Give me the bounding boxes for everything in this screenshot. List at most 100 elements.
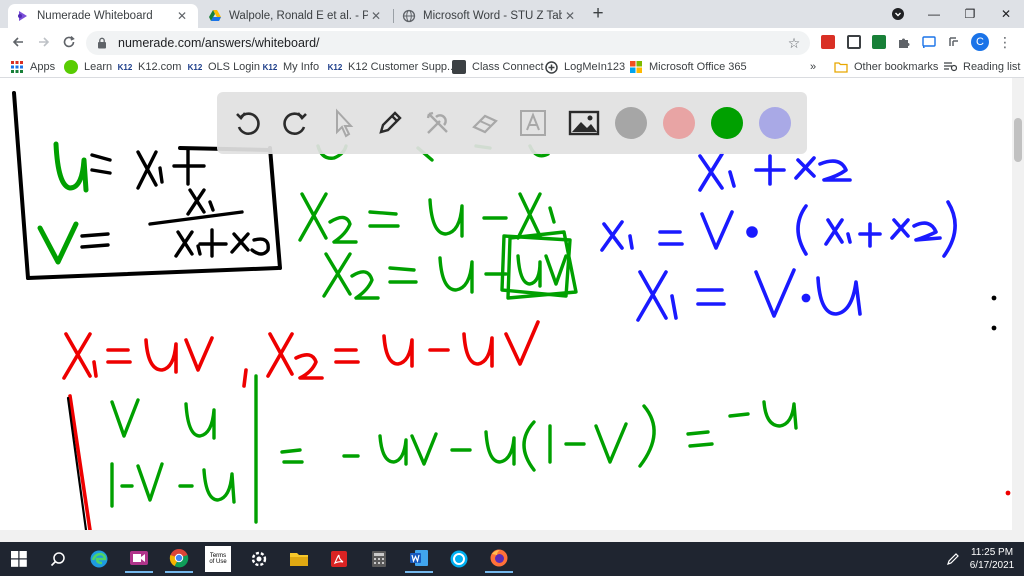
back-icon[interactable] <box>6 30 30 54</box>
restore-button[interactable]: ❐ <box>952 0 988 28</box>
ink-dot <box>991 325 997 331</box>
horizontal-scrollbar[interactable] <box>0 530 1024 542</box>
color-swatch-gray[interactable] <box>615 107 647 139</box>
ink-stroke <box>368 210 400 228</box>
media-control-icon[interactable] <box>947 35 961 49</box>
ink-stroke <box>728 412 750 418</box>
ink-stroke <box>202 468 236 504</box>
tab-title: Microsoft Word - STU Z Table.do <box>423 10 562 22</box>
ink-stroke <box>266 332 294 378</box>
zoom-icon[interactable] <box>125 545 153 573</box>
ink-stroke <box>280 448 304 464</box>
close-tab-icon[interactable]: ✕ <box>562 8 578 24</box>
terms-of-use-icon[interactable]: Terms of Use <box>205 546 231 572</box>
cast-icon[interactable] <box>922 35 936 49</box>
close-window-button[interactable]: ✕ <box>988 0 1024 28</box>
tab-word-ztable[interactable]: Microsoft Word - STU Z Table.do ✕ <box>394 4 586 28</box>
bookmark-ols-login[interactable]: K12 OLS Login <box>188 59 260 75</box>
reload-icon[interactable] <box>57 30 81 54</box>
pointer-icon[interactable] <box>325 105 361 141</box>
ink-stroke <box>658 230 684 246</box>
vertical-scrollbar[interactable] <box>1012 78 1024 530</box>
acrobat-extension-icon[interactable] <box>821 35 835 49</box>
chrome-icon[interactable] <box>165 545 193 573</box>
ink-stroke <box>184 402 216 440</box>
ink-stroke <box>250 237 270 256</box>
tab-search-icon[interactable] <box>880 0 916 28</box>
reading-list-button[interactable]: Reading list <box>943 59 1020 75</box>
terms-of-use-label: Terms of Use <box>209 553 227 565</box>
bookmarks-overflow-button[interactable]: » <box>810 59 816 75</box>
ink-stroke <box>186 188 215 216</box>
address-bar[interactable]: numerade.com/answers/whiteboard/ ☆ <box>86 31 810 55</box>
bookmark-logmein123[interactable]: LogMeIn123 <box>544 59 625 75</box>
ink-stroke <box>816 276 862 316</box>
close-tab-icon[interactable]: ✕ <box>174 8 190 24</box>
ink-stroke <box>158 166 164 184</box>
ink-stroke <box>438 256 474 294</box>
redo-icon[interactable] <box>277 105 313 141</box>
firefox-icon[interactable] <box>485 545 513 573</box>
scrollbar-thumb[interactable] <box>1014 118 1022 162</box>
file-explorer-icon[interactable] <box>285 545 313 573</box>
word-icon[interactable] <box>405 545 433 573</box>
clock-time: 11:25 PM <box>970 547 1014 558</box>
new-tab-button[interactable]: + <box>588 4 608 25</box>
bookmark-other[interactable]: Other bookmarks <box>834 59 938 75</box>
search-icon[interactable] <box>44 545 72 573</box>
pen-icon[interactable] <box>372 105 408 141</box>
profile-avatar[interactable]: C <box>971 33 989 51</box>
bookmark-label: Reading list <box>963 61 1021 73</box>
image-icon[interactable] <box>566 105 602 141</box>
eraser-icon[interactable] <box>467 105 503 141</box>
bookmark-my-info[interactable]: K12 My Info <box>263 59 319 75</box>
ink-dot <box>746 226 758 238</box>
bookmark-learn[interactable]: Learn <box>64 59 112 75</box>
bookmark-star-icon[interactable]: ☆ <box>786 35 802 51</box>
ink-stroke <box>754 154 786 186</box>
bookmark-apps[interactable]: Apps <box>10 59 55 75</box>
bookmark-class-connect[interactable]: Class Connect <box>452 59 544 75</box>
minimize-button[interactable]: — <box>916 0 952 28</box>
office-icon <box>629 60 643 74</box>
ink-stroke <box>53 141 89 193</box>
globe-icon <box>402 9 416 23</box>
ink-stroke <box>184 336 214 372</box>
ink-stroke <box>174 230 202 258</box>
color-swatch-pink[interactable] <box>663 107 695 139</box>
bookmark-k12[interactable]: K12 K12.com <box>118 59 182 75</box>
undo-icon[interactable] <box>230 105 266 141</box>
more-menu-icon[interactable]: ⋮ <box>998 33 1012 51</box>
tools-icon[interactable] <box>420 105 456 141</box>
ink-stroke <box>600 220 634 252</box>
system-clock[interactable]: 11:25 PM 6/17/2021 <box>964 546 1020 572</box>
close-tab-icon[interactable]: ✕ <box>368 8 384 24</box>
puzzle-extensions-icon[interactable] <box>897 35 911 49</box>
bookmark-k12-customer-support[interactable]: K12 K12 Customer Supp... <box>328 59 457 75</box>
pen-workspace-icon[interactable] <box>943 545 963 573</box>
ink-stroke <box>328 215 358 244</box>
color-swatch-green[interactable] <box>711 107 743 139</box>
settings-icon[interactable] <box>245 545 273 573</box>
text-icon[interactable] <box>515 105 551 141</box>
shield-extension-icon[interactable] <box>872 35 886 49</box>
url-text[interactable]: numerade.com/answers/whiteboard/ <box>118 36 320 50</box>
bookmark-label: Learn <box>84 61 113 73</box>
ink-stroke <box>670 294 678 320</box>
tab-numerade-whiteboard[interactable]: Numerade Whiteboard ✕ <box>8 4 198 28</box>
tab-walpole[interactable]: Walpole, Ronald E et al. - Probab ✕ <box>200 4 392 28</box>
windows-icon[interactable] <box>5 545 33 573</box>
screen-recorder-extension-icon[interactable] <box>847 35 861 49</box>
forward-icon[interactable] <box>32 30 56 54</box>
bookmark-office-365[interactable]: Microsoft Office 365 <box>629 59 747 75</box>
color-swatch-lavender[interactable] <box>759 107 791 139</box>
acrobat-icon[interactable] <box>325 545 353 573</box>
ink-stroke <box>762 400 798 430</box>
edge-icon[interactable] <box>85 545 113 573</box>
calculator-icon[interactable] <box>365 545 393 573</box>
ink-stroke <box>382 334 414 368</box>
skype-icon[interactable] <box>445 545 473 573</box>
bookmark-label: OLS Login <box>208 61 260 73</box>
ink-stroke <box>298 192 328 242</box>
lock-icon[interactable] <box>96 37 108 49</box>
